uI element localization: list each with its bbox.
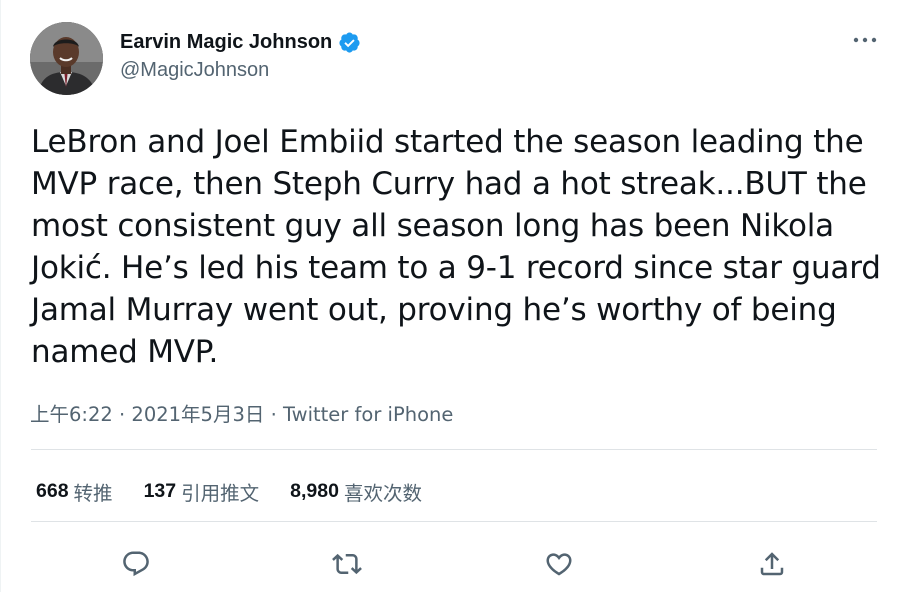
author-name-row: Earvin Magic Johnson [120, 29, 361, 55]
retweets-count: 668 [36, 480, 69, 502]
quotes-label: 引用推文 [181, 482, 260, 505]
like-button[interactable] [541, 546, 577, 582]
tweet-meta: 上午6:22 · 2021年5月3日 · Twitter for iPhone [30, 398, 453, 427]
retweets-label: 转推 [73, 482, 113, 505]
display-name[interactable]: Earvin Magic Johnson [120, 31, 332, 54]
likes-label: 喜欢次数 [343, 482, 422, 505]
share-button[interactable] [754, 546, 790, 582]
more-icon [853, 37, 877, 43]
tweet-source-link[interactable]: Twitter for iPhone [283, 403, 453, 426]
divider [31, 449, 877, 450]
retweet-button[interactable] [329, 546, 365, 582]
more-options-button[interactable] [847, 26, 883, 54]
quotes-stat[interactable]: 137 引用推文 [144, 477, 260, 506]
tweet-text: LeBron and Joel Embiid started the seaso… [31, 124, 881, 370]
retweets-stat[interactable]: 668 转推 [36, 477, 113, 506]
avatar[interactable] [30, 22, 103, 95]
meta-separator: · [270, 403, 277, 426]
divider [31, 521, 877, 522]
tweet-date[interactable]: 2021年5月3日 [131, 403, 264, 426]
meta-separator: · [119, 403, 126, 426]
tweet-time[interactable]: 上午6:22 [30, 403, 113, 426]
reply-icon [123, 551, 149, 577]
likes-stat[interactable]: 8,980 喜欢次数 [290, 477, 422, 506]
likes-count: 8,980 [290, 480, 339, 502]
verified-badge-icon [338, 31, 361, 54]
share-icon [760, 552, 784, 576]
reply-button[interactable] [118, 546, 154, 582]
heart-icon [546, 553, 572, 576]
tweet-card: Earvin Magic Johnson @MagicJohnson LeBro… [0, 0, 904, 592]
author-handle[interactable]: @MagicJohnson [120, 59, 269, 82]
profile-photo-icon [30, 22, 103, 95]
tweet-stats: 668 转推 137 引用推文 8,980 喜欢次数 [36, 477, 453, 506]
retweet-icon [332, 553, 362, 575]
quotes-count: 137 [143, 480, 177, 502]
